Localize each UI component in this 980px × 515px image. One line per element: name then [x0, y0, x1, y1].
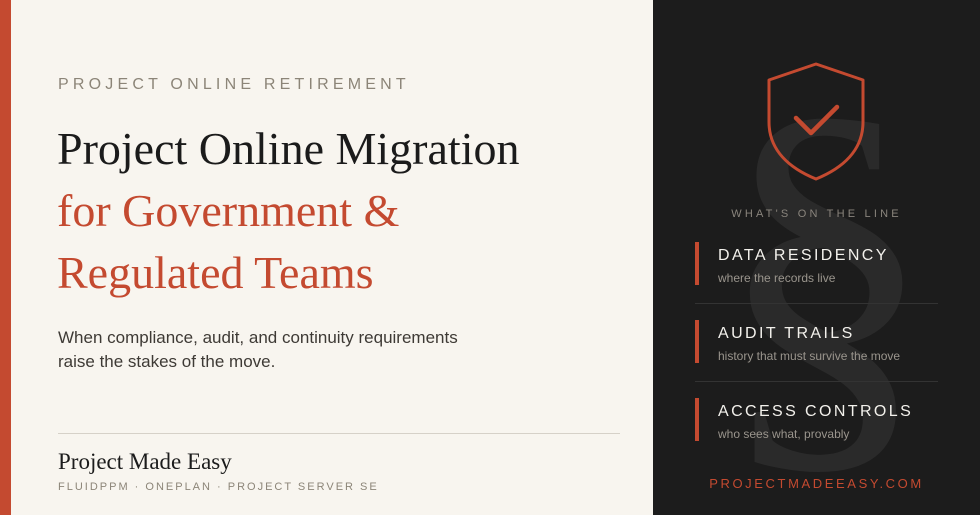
page-title: Project Online Migration for Government … [57, 118, 519, 304]
lede-text: When compliance, audit, and continuity r… [58, 328, 458, 371]
divider [58, 433, 620, 434]
panel-heading: WHAT'S ON THE LINE [731, 208, 902, 220]
product-list: FLUIDPPM · ONEPLAN · PROJECT SERVER SE [58, 481, 379, 493]
list-item-audit-trails: AUDIT TRAILS history that must survive t… [695, 320, 938, 398]
brand-name: Project Made Easy [58, 449, 232, 474]
item-accent-bar [695, 320, 699, 363]
item-divider [695, 303, 938, 304]
list-item-data-residency: DATA RESIDENCY where the records live [695, 242, 938, 320]
list-item-access-controls: ACCESS CONTROLS who sees what, provably [695, 398, 938, 476]
accent-bar [0, 0, 11, 515]
title-line-2: for Government & [57, 185, 400, 236]
eyebrow: PROJECT ONLINE RETIREMENT [58, 76, 410, 93]
item-description: who sees what, provably [718, 427, 850, 441]
item-accent-bar [695, 242, 699, 285]
website-link[interactable]: PROJECTMADEEASY.COM [653, 476, 980, 491]
item-description: where the records live [718, 271, 836, 285]
item-label: AUDIT TRAILS [718, 325, 855, 342]
title-line-1: Project Online Migration [57, 123, 520, 174]
item-label: DATA RESIDENCY [718, 247, 889, 264]
item-divider [695, 381, 938, 382]
shield-check-icon [767, 62, 865, 181]
hero-panel: PROJECT ONLINE RETIREMENT Project Online… [11, 0, 653, 515]
item-label: ACCESS CONTROLS [718, 403, 914, 420]
item-accent-bar [695, 398, 699, 441]
title-line-3: Regulated Teams [57, 247, 374, 298]
info-panel: § WHAT'S ON THE LINE DATA RESIDENCY wher… [653, 0, 980, 515]
item-description: history that must survive the move [718, 349, 901, 363]
